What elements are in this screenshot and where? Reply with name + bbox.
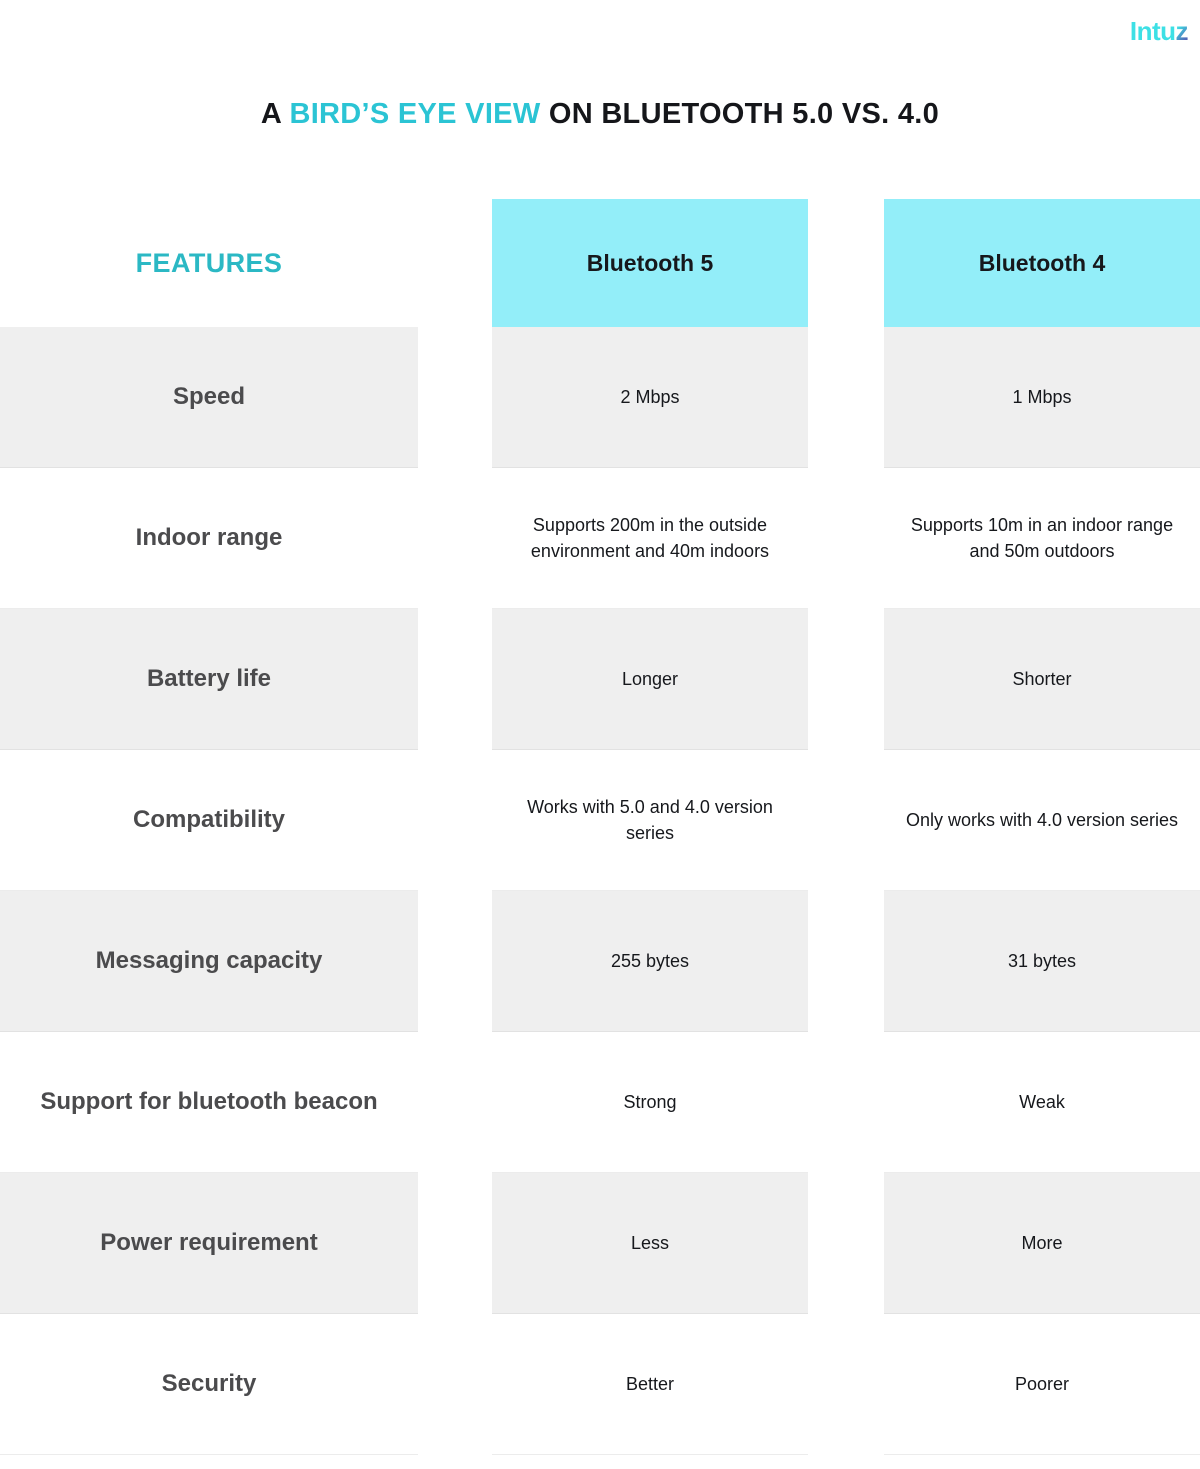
bluetooth-4-value: 1 Mbps (884, 327, 1200, 468)
page-title: A BIRD’S EYE VIEW ON BLUETOOTH 5.0 VS. 4… (0, 98, 1200, 131)
table-row: Battery life Longer Shorter (0, 609, 1200, 750)
column-gap (808, 1032, 884, 1173)
bluetooth-5-value: Longer (492, 609, 808, 750)
feature-label: Compatibility (0, 750, 418, 891)
column-gap (808, 468, 884, 609)
column-gap (808, 891, 884, 1032)
table-row: Indoor range Supports 200m in the outsid… (0, 468, 1200, 609)
column-gap (808, 750, 884, 891)
bluetooth-5-value: Better (492, 1314, 808, 1455)
table-row: Security Better Poorer (0, 1314, 1200, 1455)
bluetooth-4-value: 31 bytes (884, 891, 1200, 1032)
feature-label: Security (0, 1314, 418, 1455)
logo-text-main: Intu (1129, 16, 1176, 46)
bluetooth-5-value: 2 Mbps (492, 327, 808, 468)
header-cell-bluetooth-5: Bluetooth 5 (492, 199, 808, 327)
bluetooth-4-value: Shorter (884, 609, 1200, 750)
bluetooth-4-value: Poorer (884, 1314, 1200, 1455)
feature-label: Power requirement (0, 1173, 418, 1314)
bluetooth-5-value: Works with 5.0 and 4.0 version series (492, 750, 808, 891)
bluetooth-5-value: Less (492, 1173, 808, 1314)
column-gap (418, 1314, 492, 1455)
column-gap (418, 891, 492, 1032)
column-gap (808, 609, 884, 750)
table-row: Support for bluetooth beacon Strong Weak (0, 1032, 1200, 1173)
column-gap (418, 609, 492, 750)
column-gap (418, 750, 492, 891)
header-cell-features: FEATURES (0, 199, 418, 327)
table-row: Power requirement Less More (0, 1173, 1200, 1314)
column-gap (418, 199, 492, 327)
bluetooth-4-value: More (884, 1173, 1200, 1314)
column-gap (418, 327, 492, 468)
bluetooth-5-value: Supports 200m in the outside environment… (492, 468, 808, 609)
bluetooth-5-value: 255 bytes (492, 891, 808, 1032)
bluetooth-4-value: Weak (884, 1032, 1200, 1173)
intuz-logo: Intuz (1129, 16, 1189, 46)
column-gap (808, 1314, 884, 1455)
header-cell-bluetooth-4: Bluetooth 4 (884, 199, 1200, 327)
column-gap (418, 468, 492, 609)
table-row: Compatibility Works with 5.0 and 4.0 ver… (0, 750, 1200, 891)
bluetooth-5-value: Strong (492, 1032, 808, 1173)
table-row: Speed 2 Mbps 1 Mbps (0, 327, 1200, 468)
table-row: Messaging capacity 255 bytes 31 bytes (0, 891, 1200, 1032)
logo-text-accent: z (1175, 16, 1189, 46)
column-gap (808, 1173, 884, 1314)
bluetooth-4-value: Only works with 4.0 version series (884, 750, 1200, 891)
feature-label: Speed (0, 327, 418, 468)
column-gap (418, 1032, 492, 1173)
title-lead: A (260, 98, 290, 130)
feature-label: Indoor range (0, 468, 418, 609)
bluetooth-4-value: Supports 10m in an indoor range and 50m … (884, 468, 1200, 609)
table-header-row: FEATURES Bluetooth 5 Bluetooth 4 (0, 199, 1200, 327)
title-tail: ON BLUETOOTH 5.0 VS. 4.0 (540, 98, 940, 130)
feature-label: Support for bluetooth beacon (0, 1032, 418, 1173)
feature-label: Messaging capacity (0, 891, 418, 1032)
title-highlight: BIRD’S EYE VIEW (289, 98, 541, 130)
column-gap (808, 327, 884, 468)
comparison-table: FEATURES Bluetooth 5 Bluetooth 4 Speed 2… (0, 199, 1200, 1455)
column-gap (418, 1173, 492, 1314)
column-gap (808, 199, 884, 327)
feature-label: Battery life (0, 609, 418, 750)
